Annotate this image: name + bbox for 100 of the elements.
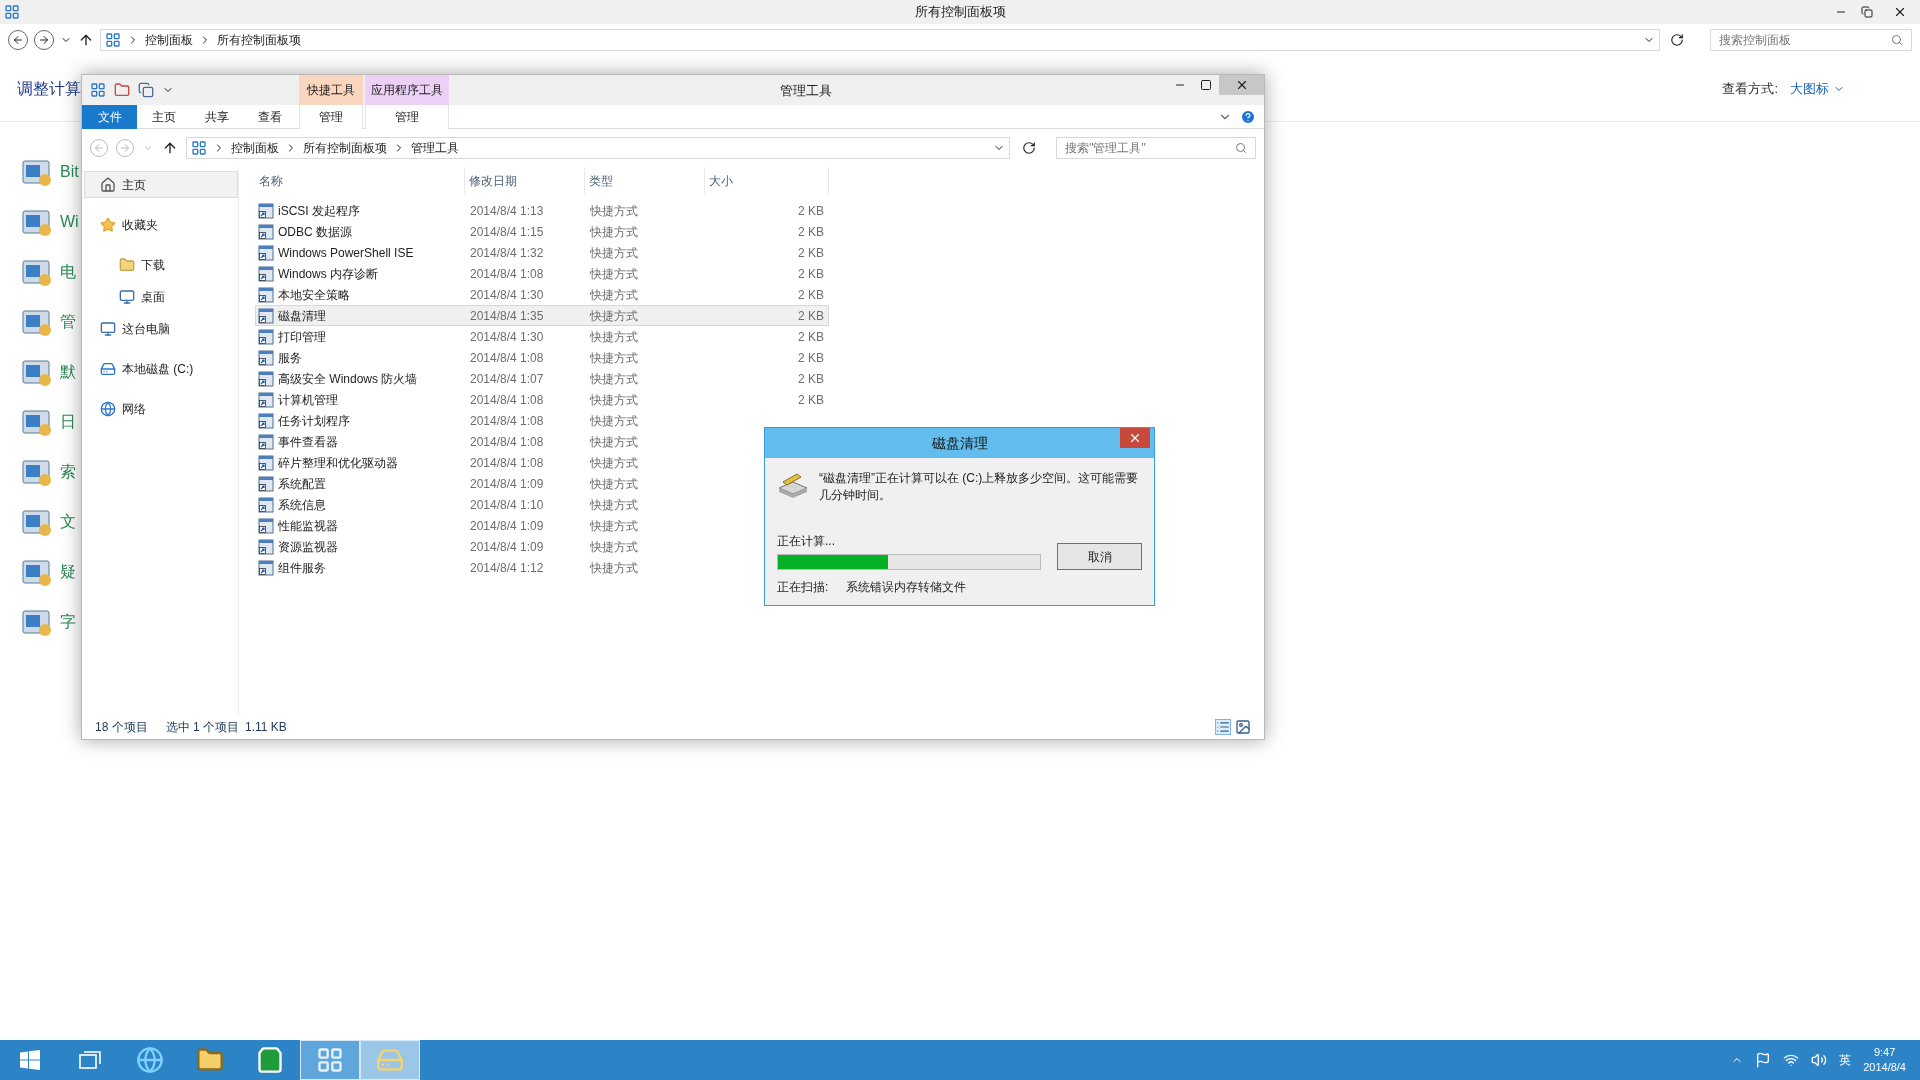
file-row[interactable]: iSCSI 发起程序 2014/8/4 1:13 快捷方式 2 KB xyxy=(255,200,829,221)
nav-item[interactable]: 本地磁盘 (C:) xyxy=(84,355,238,382)
shortcut-icon xyxy=(258,328,274,345)
file-row[interactable]: 打印管理 2014/8/4 1:30 快捷方式 2 KB xyxy=(255,326,829,347)
volume-icon[interactable] xyxy=(1811,1052,1828,1068)
column-header[interactable]: 类型 xyxy=(585,167,705,195)
nav-item[interactable]: 这台电脑 xyxy=(84,315,238,342)
ribbon-tab[interactable]: 主页 xyxy=(137,104,191,129)
applet-link[interactable]: 字 xyxy=(60,610,76,634)
applet-link[interactable]: 电 xyxy=(60,260,76,284)
scan-label: 正在扫描: xyxy=(777,579,829,596)
file-row[interactable]: 计算机管理 2014/8/4 1:08 快捷方式 2 KB xyxy=(255,389,829,410)
ribbon-tab[interactable]: 文件 xyxy=(82,104,137,129)
file-row[interactable]: 组件服务 2014/8/4 1:12 快捷方式 xyxy=(255,557,707,578)
file-row[interactable]: Windows 内存诊断 2014/8/4 1:08 快捷方式 2 KB xyxy=(255,263,829,284)
type-cell-text: 快捷方式 xyxy=(589,244,639,262)
window-title: 管理工具 xyxy=(780,82,832,100)
file-row[interactable]: 高级安全 Windows 防火墙 2014/8/4 1:07 快捷方式 2 KB xyxy=(255,368,829,389)
nav-item[interactable]: 下载 xyxy=(84,251,238,278)
large-icons-view-icon[interactable] xyxy=(1235,719,1251,735)
shortcut-icon xyxy=(258,559,274,576)
size-cell-text: 2 KB xyxy=(797,265,824,283)
cancel-button[interactable]: 取消 xyxy=(1057,543,1142,570)
view-dropdown[interactable]: 大图标 xyxy=(1790,78,1845,99)
ribbon-tab[interactable]: 管理 xyxy=(365,104,449,129)
input-method-indicator[interactable]: 英 xyxy=(1839,1051,1852,1069)
nav-item[interactable]: 收藏夹 xyxy=(84,211,238,238)
date-cell-text: 2014/8/4 1:10 xyxy=(469,496,545,514)
help-icon[interactable] xyxy=(1240,108,1256,125)
nav-item[interactable]: 主页 xyxy=(84,171,238,198)
type-cell-text: 快捷方式 xyxy=(589,286,639,304)
ribbon-tab[interactable]: 查看 xyxy=(243,104,297,129)
applet-link[interactable]: 文 xyxy=(60,510,76,534)
date-cell-text: 2014/8/4 1:08 xyxy=(469,454,545,472)
copy-icon[interactable] xyxy=(138,82,154,98)
breadcrumb-item[interactable]: 控制面板 xyxy=(230,139,279,157)
size-cell-text: 2 KB xyxy=(797,328,824,346)
file-name: 系统信息 xyxy=(278,496,326,514)
drive-icon xyxy=(100,360,116,377)
file-name: 组件服务 xyxy=(278,559,326,577)
date-cell-text: 2014/8/4 1:30 xyxy=(469,328,545,346)
context-tab-group: 快捷工具 xyxy=(299,75,363,105)
clock-date[interactable]: 2014/8/4 xyxy=(1863,1060,1906,1075)
refresh-button[interactable] xyxy=(1670,33,1684,47)
network-icon[interactable] xyxy=(1783,1052,1800,1068)
ribbon-tab[interactable]: 共享 xyxy=(191,104,243,129)
shortcut-icon xyxy=(258,433,274,450)
up-button[interactable] xyxy=(78,32,94,48)
address-bar[interactable]: 控制面板 所有控制面板项 管理工具 xyxy=(185,137,1011,159)
file-name: 碎片整理和优化驱动器 xyxy=(278,454,398,472)
breadcrumb-item[interactable]: 管理工具 xyxy=(410,139,459,157)
column-header[interactable]: 名称 xyxy=(255,167,465,195)
column-header[interactable]: 大小 xyxy=(705,167,829,195)
breadcrumb-item[interactable]: 所有控制面板项 xyxy=(302,139,387,157)
refresh-button[interactable] xyxy=(1022,141,1037,155)
breadcrumb-item[interactable]: 所有控制面板项 xyxy=(217,31,301,49)
nav-item[interactable]: 网络 xyxy=(84,395,238,422)
type-cell-text: 快捷方式 xyxy=(589,559,639,577)
file-row[interactable]: 服务 2014/8/4 1:08 快捷方式 2 KB xyxy=(255,347,829,368)
search-field[interactable]: 搜索控制面板 xyxy=(1710,29,1912,51)
applet-link[interactable]: 管 xyxy=(60,310,76,334)
date-cell-text: 2014/8/4 1:09 xyxy=(469,517,545,535)
restore-icon xyxy=(1861,6,1873,18)
ribbon-tab[interactable]: 管理 xyxy=(299,104,363,129)
nav-item[interactable]: 桌面 xyxy=(84,283,238,310)
applet-link[interactable]: 索 xyxy=(60,460,76,484)
file-name: 系统配置 xyxy=(278,475,326,493)
file-row[interactable]: 资源监视器 2014/8/4 1:09 快捷方式 xyxy=(255,536,707,557)
file-row[interactable]: 磁盘清理 2014/8/4 1:35 快捷方式 2 KB xyxy=(255,305,829,326)
file-name: ODBC 数据源 xyxy=(278,223,352,241)
applet-link[interactable]: 疑 xyxy=(60,560,76,584)
applet-link[interactable]: Bit xyxy=(60,160,79,184)
taskbar-button[interactable] xyxy=(300,1040,360,1080)
file-row[interactable]: 任务计划程序 2014/8/4 1:08 快捷方式 xyxy=(255,410,707,431)
applet-link[interactable]: Wi xyxy=(60,210,79,234)
file-name: iSCSI 发起程序 xyxy=(278,202,360,220)
applet-link[interactable]: 默 xyxy=(60,360,76,384)
breadcrumb-item[interactable]: 控制面板 xyxy=(145,31,193,49)
type-cell-text: 快捷方式 xyxy=(589,265,639,283)
search-field[interactable]: 搜索"管理工具" xyxy=(1056,137,1256,159)
type-cell-text: 快捷方式 xyxy=(589,307,639,325)
file-row[interactable]: 事件查看器 2014/8/4 1:08 快捷方式 xyxy=(255,431,707,452)
file-row[interactable]: 系统配置 2014/8/4 1:09 快捷方式 xyxy=(255,473,707,494)
type-cell-text: 快捷方式 xyxy=(589,391,639,409)
file-row[interactable]: Windows PowerShell ISE 2014/8/4 1:32 快捷方式 2 KB xyxy=(255,242,829,263)
applet-link[interactable]: 日 xyxy=(60,410,76,434)
details-view-icon[interactable] xyxy=(1215,719,1231,735)
flag-icon[interactable] xyxy=(1755,1052,1772,1068)
file-row[interactable]: 本地安全策略 2014/8/4 1:30 快捷方式 2 KB xyxy=(255,284,829,305)
new-folder-icon[interactable] xyxy=(114,82,130,98)
date-cell-text: 2014/8/4 1:15 xyxy=(469,223,545,241)
file-row[interactable]: 碎片整理和优化驱动器 2014/8/4 1:08 快捷方式 xyxy=(255,452,707,473)
file-row[interactable]: 性能监视器 2014/8/4 1:09 快捷方式 xyxy=(255,515,707,536)
clock-time[interactable]: 9:47 xyxy=(1873,1045,1896,1060)
file-row[interactable]: 系统信息 2014/8/4 1:10 快捷方式 xyxy=(255,494,707,515)
shortcut-icon xyxy=(258,454,274,471)
address-bar[interactable]: 控制面板 所有控制面板项 xyxy=(100,29,1660,51)
file-row[interactable]: ODBC 数据源 2014/8/4 1:15 快捷方式 2 KB xyxy=(255,221,829,242)
column-header[interactable]: 修改日期 xyxy=(465,167,585,195)
type-cell-text: 快捷方式 xyxy=(589,475,639,493)
